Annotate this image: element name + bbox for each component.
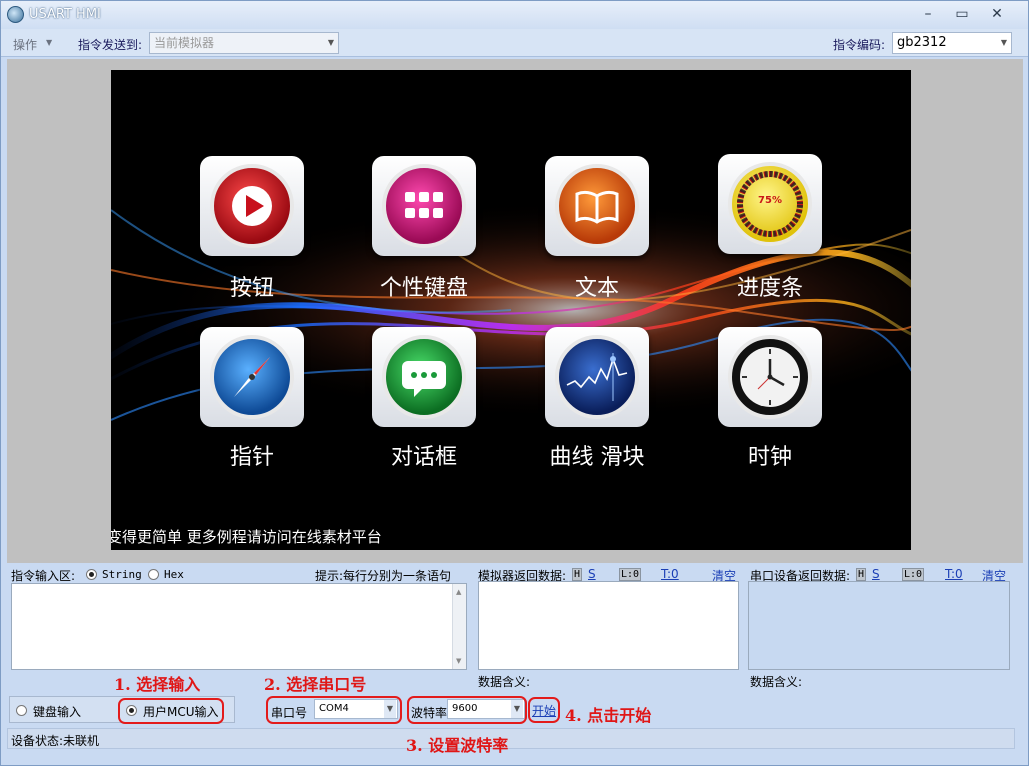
chevron-down-icon: ▼ [327,38,334,47]
send-to-label: 指令发送到: [78,38,143,52]
app-tile-dialog[interactable] [372,327,476,427]
annotation-step4: 4. 点击开始 [565,706,652,725]
scroll-up-icon[interactable]: ▲ [456,588,461,596]
dev-meaning-label: 数据含义: [750,675,803,689]
send-to-select[interactable]: 当前模拟器 ▼ [149,32,339,54]
minimize-button[interactable]: – [911,3,945,25]
sim-meaning-label: 数据含义: [478,675,531,689]
curve-chart-icon [555,335,639,419]
chat-bubble-icon [382,335,466,419]
window-title: USART HMI [29,7,101,22]
maximize-button[interactable]: ▭ [945,3,979,25]
highlight-box [118,698,224,724]
app-tile-button[interactable] [200,156,304,256]
encoding-select[interactable]: gb2312 ▼ [892,32,1012,54]
keyboard-input-label: 键盘输入 [33,705,82,719]
highlight-box [407,696,527,724]
app-tile-keypad[interactable] [372,156,476,256]
dev-l-counter[interactable]: L:0 [902,568,925,581]
title-bar: USART HMI – ▭ ✕ [1,1,1028,29]
keypad-icon [382,164,466,248]
ops-menu[interactable]: 操作 [13,36,37,53]
hex-option-label: Hex [164,568,184,581]
dev-return-box[interactable] [748,581,1010,670]
command-input-textarea[interactable]: ▲ ▼ [11,583,467,670]
progress-gauge-icon: 75% [728,162,812,246]
string-option-label: String [102,568,142,581]
scroll-down-icon[interactable]: ▼ [456,657,461,665]
app-label: 个性键盘 [379,276,468,301]
simulator-screen[interactable]: 按钮 个性键盘 文本 75% 进度条 指针 对话框 曲线 滑块 时钟 变得更简单… [111,70,911,550]
scrollbar[interactable]: ▲ ▼ [452,584,466,669]
keyboard-input-radio[interactable] [16,705,27,716]
dev-t-counter[interactable]: T:0 [945,567,963,581]
string-radio[interactable] [86,569,97,580]
light-streaks-background [111,70,911,550]
sim-h-toggle[interactable]: H [572,568,583,581]
encoding-label: 指令编码: [833,38,886,52]
annotation-step2: 2. 选择串口号 [264,675,367,694]
progress-value: 75% [758,195,782,206]
app-label: 时钟 [747,445,792,470]
app-label: 对话框 [390,445,457,470]
dev-h-toggle[interactable]: H [856,568,867,581]
compass-icon [210,335,294,419]
sim-return-box[interactable] [478,581,739,670]
sim-t-counter[interactable]: T:0 [661,567,679,581]
highlight-box [266,696,402,724]
hex-radio[interactable] [148,569,159,580]
annotation-step1: 1. 选择输入 [114,675,201,694]
input-hint: 提示:每行分别为一条语句 [315,569,452,583]
marquee-text: 变得更简单 更多例程请访问在线素材平台 [111,528,382,546]
sim-l-counter[interactable]: L:0 [619,568,642,581]
chevron-down-icon: ▼ [1000,38,1007,47]
app-tile-text[interactable] [545,156,649,256]
app-label: 指针 [229,445,274,470]
device-status: 设备状态:未联机 [11,734,100,748]
clock-icon [728,335,812,419]
app-label: 文本 [574,276,619,301]
app-label: 按钮 [229,276,274,301]
app-tile-curve[interactable] [545,327,649,427]
highlight-box [528,697,560,723]
sim-s-link[interactable]: S [588,567,596,581]
app-label: 曲线 滑块 [549,445,645,470]
play-button-icon [210,164,294,248]
app-tile-progress[interactable]: 75% [718,154,822,254]
book-icon [555,164,639,248]
annotation-step3: 3. 设置波特率 [406,736,509,755]
encoding-value: gb2312 [897,35,947,50]
send-to-value: 当前模拟器 [154,36,215,50]
chevron-down-icon: ▼ [46,38,53,47]
dev-s-link[interactable]: S [872,567,880,581]
app-tile-pointer[interactable] [200,327,304,427]
close-button[interactable]: ✕ [980,3,1014,25]
app-window: USART HMI – ▭ ✕ 操作 ▼ 指令发送到: 指令编码: 当前模拟器 … [0,0,1029,766]
app-label: 进度条 [736,276,803,301]
status-bar: 设备状态:未联机 [7,728,1015,749]
app-logo-icon [7,6,24,23]
app-tile-clock[interactable] [718,327,822,427]
input-area-label: 指令输入区: [11,569,76,583]
